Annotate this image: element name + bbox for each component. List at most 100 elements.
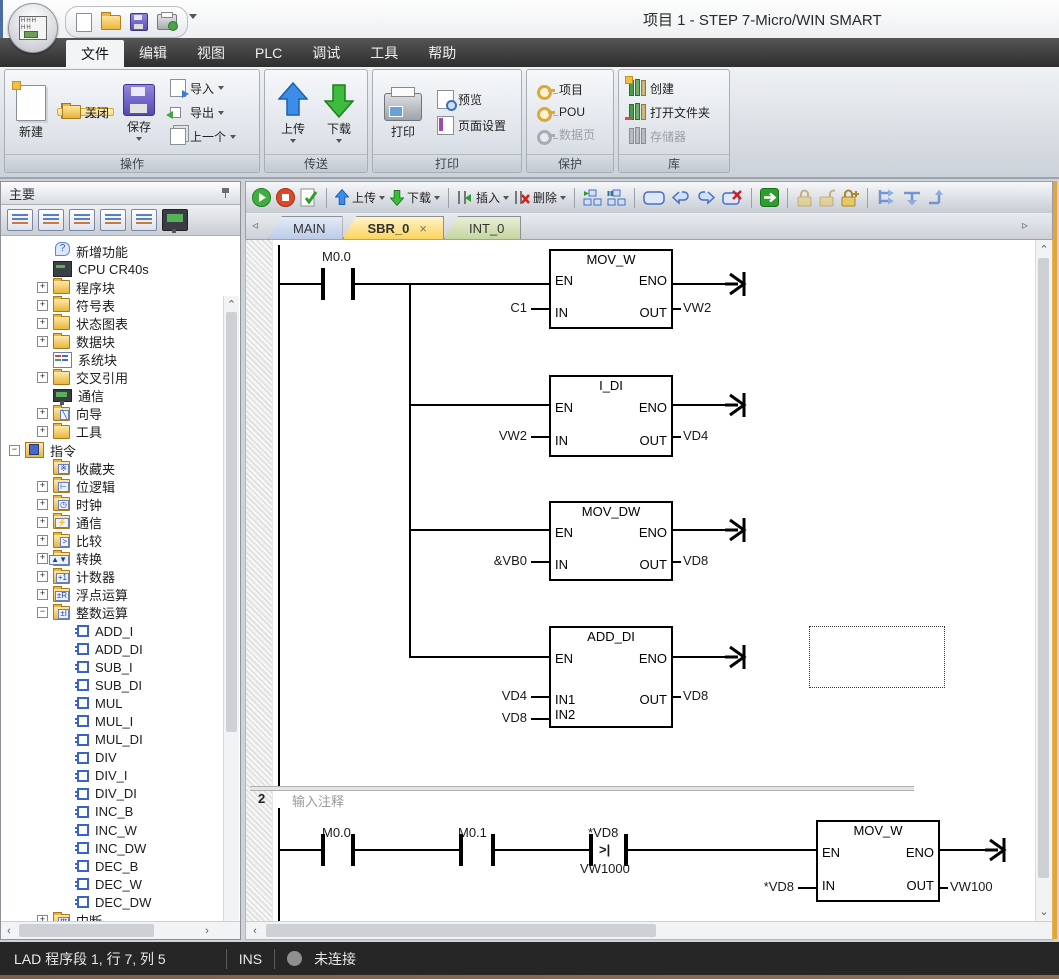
operand[interactable]: VD8: [683, 688, 708, 703]
tree-item-program-block[interactable]: 程序块: [1, 278, 240, 296]
tree-item-cpu[interactable]: CPU CR40s: [1, 260, 240, 278]
tree-item-instructions[interactable]: 指令: [1, 441, 240, 459]
tree-item-div[interactable]: DIV: [1, 749, 240, 767]
tree-horizontal-scrollbar[interactable]: ‹ ›: [1, 921, 240, 939]
menu-debug[interactable]: 调试: [297, 38, 355, 67]
menu-plc[interactable]: PLC: [240, 38, 297, 67]
tree-item-dec-dw[interactable]: DEC_DW: [1, 893, 240, 911]
tree-item-symbol-table[interactable]: 符号表: [1, 296, 240, 314]
delete-toolbar-button[interactable]: 删除: [514, 189, 566, 206]
dropdown-arrow-icon[interactable]: [379, 196, 385, 200]
expander-plus-icon[interactable]: [37, 553, 48, 564]
insert-box-icon[interactable]: [643, 190, 665, 206]
tree-item-integer-math[interactable]: ±I整数运算: [1, 604, 240, 622]
editor-horizontal-scrollbar[interactable]: ‹: [246, 921, 1052, 939]
view-symbol-table-icon[interactable]: [38, 209, 64, 231]
tree-item-mul[interactable]: MUL: [1, 694, 240, 712]
tree-item-cross-reference[interactable]: 交叉引用: [1, 369, 240, 387]
expander-plus-icon[interactable]: [37, 372, 48, 383]
network-comment[interactable]: 输入注释: [292, 791, 344, 810]
expander-plus-icon[interactable]: [37, 589, 48, 600]
expander-plus-icon[interactable]: [37, 535, 48, 546]
operand[interactable]: *VD8: [738, 879, 794, 894]
tab-scroll-right-icon[interactable]: ▹: [1022, 218, 1028, 232]
block-mov-w[interactable]: MOV_W EN ENO IN OUT: [549, 249, 673, 329]
scroll-up-icon[interactable]: ⌃: [1036, 243, 1052, 256]
expander-plus-icon[interactable]: [37, 408, 48, 419]
view-program-block-icon[interactable]: [7, 209, 33, 231]
tree-item-inc-b[interactable]: INC_B: [1, 803, 240, 821]
scroll-left-icon[interactable]: ‹: [1, 925, 17, 937]
tree-item-mul-i[interactable]: MUL_I: [1, 712, 240, 730]
expander-plus-icon[interactable]: [37, 571, 48, 582]
operand[interactable]: VW100: [950, 879, 993, 894]
block-mov-dw[interactable]: MOV_DW EN ENO IN OUT: [549, 501, 673, 581]
expander-plus-icon[interactable]: [37, 426, 48, 437]
insert-toolbar-button[interactable]: 插入: [457, 189, 509, 206]
tree-item-wizard[interactable]: ╲向导: [1, 405, 240, 423]
tree-item-div-i[interactable]: DIV_I: [1, 767, 240, 785]
operand[interactable]: VD8: [683, 553, 708, 568]
library-open-folder-button[interactable]: 打开文件夹: [625, 102, 714, 123]
panel-edge-strip[interactable]: [1053, 181, 1057, 939]
scrollbar-thumb[interactable]: [266, 924, 656, 937]
previous-button[interactable]: 上一个: [166, 126, 240, 147]
block-add-di[interactable]: ADD_DI EN ENO IN1 IN2 OUT: [549, 626, 673, 728]
scrollbar-thumb[interactable]: [226, 312, 237, 732]
tree-item-sub-di[interactable]: SUB_DI: [1, 676, 240, 694]
tree-item-favorites[interactable]: ※收藏夹: [1, 459, 240, 477]
editor-vertical-scrollbar[interactable]: ⌃ ⌄: [1035, 240, 1052, 921]
clear-box-icon[interactable]: [722, 189, 743, 207]
export-button[interactable]: 导出: [166, 102, 240, 123]
tree-item-system-block[interactable]: 系统块: [1, 351, 240, 369]
unlock-icon[interactable]: [818, 189, 835, 207]
tree-item-mul-di[interactable]: MUL_DI: [1, 731, 240, 749]
app-menu-button[interactable]: HHHHH: [8, 3, 58, 53]
tree-vertical-scrollbar[interactable]: ⌃ ⌄: [223, 296, 239, 921]
view-status-chart-icon[interactable]: [69, 209, 95, 231]
expander-plus-icon[interactable]: [37, 336, 48, 347]
expander-plus-icon[interactable]: [37, 517, 48, 528]
scroll-up-icon[interactable]: ⌃: [224, 298, 239, 311]
contact-bar[interactable]: [321, 834, 325, 866]
tree-item-bit-logic[interactable]: ⊢位逻辑: [1, 477, 240, 495]
dropdown-arrow-icon[interactable]: [434, 196, 440, 200]
branch-icon[interactable]: [876, 188, 897, 207]
tree-item-float-math[interactable]: ±R浮点运算: [1, 586, 240, 604]
operand[interactable]: VD8: [471, 710, 527, 725]
tree-item-tools[interactable]: 工具: [1, 423, 240, 441]
tree-item-add-i[interactable]: ADD_I: [1, 622, 240, 640]
tree-item-div-di[interactable]: DIV_DI: [1, 785, 240, 803]
goto-icon[interactable]: [760, 188, 779, 207]
expander-plus-icon[interactable]: [37, 499, 48, 510]
ladder-canvas[interactable]: M0.0 MOV_W EN ENO IN OUT: [246, 240, 1052, 921]
tree-item-sub-i[interactable]: SUB_I: [1, 658, 240, 676]
tree-item-dec-w[interactable]: DEC_W: [1, 875, 240, 893]
expander-minus-icon[interactable]: [9, 445, 20, 456]
expander-minus-icon[interactable]: [37, 607, 48, 618]
expander-plus-icon[interactable]: [37, 282, 48, 293]
operand[interactable]: VW2: [683, 300, 711, 315]
expander-plus-icon[interactable]: [37, 300, 48, 311]
dropdown-arrow-icon[interactable]: [230, 135, 236, 139]
tree-item-clock[interactable]: ◷时钟: [1, 495, 240, 513]
library-create-button[interactable]: 创建: [625, 78, 714, 99]
block-i-di[interactable]: I_DI EN ENO IN OUT: [549, 375, 673, 457]
close-button[interactable]: 关闭: [57, 108, 114, 116]
operand[interactable]: &VB0: [471, 553, 527, 568]
menu-help[interactable]: 帮助: [413, 38, 471, 67]
new-document-icon[interactable]: [76, 13, 92, 32]
tab-main[interactable]: MAIN: [268, 216, 343, 239]
view-communication-icon[interactable]: [162, 209, 188, 231]
upload-toolbar-button[interactable]: 上传: [335, 189, 385, 206]
dropdown-arrow-icon[interactable]: [136, 137, 142, 141]
line-down-icon[interactable]: [902, 188, 922, 207]
line-up-icon[interactable]: [927, 188, 945, 207]
tree-item-counter[interactable]: +1计数器: [1, 568, 240, 586]
menu-tools[interactable]: 工具: [355, 38, 413, 67]
tree-item-communication-instr[interactable]: ⚡通信: [1, 513, 240, 531]
operand[interactable]: VD4: [471, 688, 527, 703]
operand[interactable]: VD4: [683, 428, 708, 443]
preview-button[interactable]: 预览: [433, 88, 510, 111]
print-button[interactable]: 打印: [379, 83, 427, 142]
